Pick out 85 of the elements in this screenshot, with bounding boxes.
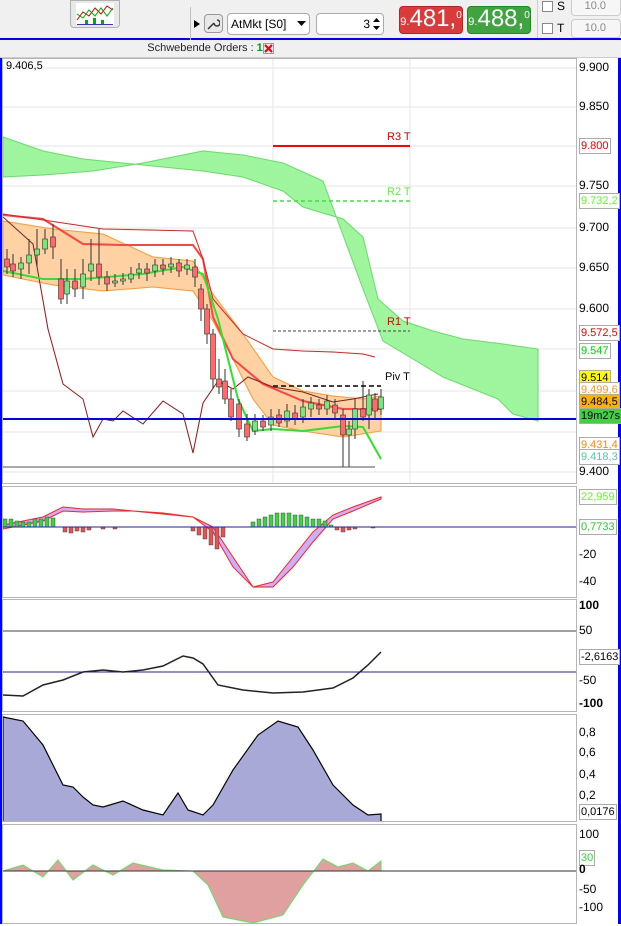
candlestick [152,258,158,278]
axis-tick-label: -50 [579,673,596,687]
candlestick [332,398,338,420]
candlestick [112,274,118,288]
chart-indicator-icon [75,2,115,26]
axis-tick-label: 100 [579,827,600,841]
candlestick [88,238,94,282]
candlestick [26,238,32,274]
wrench-icon [207,17,220,30]
candlestick [104,270,110,292]
candlestick [292,404,298,426]
axis-tick-label: 9.650 [579,260,610,274]
candlestick [252,414,258,436]
candlestick [136,262,142,280]
price-badge: 0,7733 [579,519,617,535]
expand-arrow-icon[interactable] [194,20,200,28]
axis-tick-label: 9.850 [579,99,610,113]
cancel-icon[interactable] [262,43,274,54]
chart-label: 9.406,5 [6,60,43,73]
candlestick [42,228,48,254]
candlestick [244,414,250,442]
candlestick [276,408,282,428]
axis-tick-label: 0,8 [579,725,596,739]
candlestick [236,398,242,438]
candlestick [260,414,266,432]
axis-tick-label: -100 [579,696,604,710]
axis-tick-label: 0,6 [579,745,596,759]
candlestick [268,408,274,432]
candlestick [324,394,330,416]
candlestick [80,258,86,300]
axis-tick-label: 50 [579,623,592,637]
chart-label: R3 T [387,131,411,144]
candlestick [184,258,190,276]
price-badge: 9.732,2 [579,193,620,209]
checkbox-label: T [557,20,566,37]
axis-tick-label: 9.900 [579,60,610,74]
axis-tick-label: 0,2 [579,788,596,802]
candlestick [120,272,126,286]
candlestick [160,258,166,276]
price-badge: 0,0176 [579,804,617,820]
candlestick [18,256,24,280]
price-badge: 30 [579,850,596,866]
axis-tick-label: -40 [579,574,596,588]
price-badge: 9.800 [579,138,611,154]
candlestick [316,398,322,416]
chart-label: Piv T [385,371,410,384]
price-badge: 19m27s [579,408,621,424]
checkbox-label: S [557,0,566,15]
axis-tick-label: 100 [579,598,600,612]
price-badge: 9.572,5 [579,325,620,341]
price-badge: 9.547 [579,343,611,359]
candlestick [128,266,134,284]
axis-tick-label: -20 [579,547,596,561]
chart-label: R1 T [387,316,411,329]
wrench-button[interactable] [204,14,224,33]
axis-tick-label: 0,4 [579,767,596,781]
price-badge: 9.418,3 [579,449,620,465]
candlestick [284,404,290,428]
candlestick [176,258,182,278]
pending-orders-count: 1 [256,41,263,56]
histogram-bar [112,526,118,530]
axis-tick-label: 9.600 [579,301,610,315]
caret-icon [297,21,306,26]
indicator-button[interactable] [70,0,120,28]
candlestick [300,398,306,424]
axis-tick-label: -50 [579,882,596,896]
candlestick [308,396,314,418]
order-type-dropdown[interactable]: AtMkt [S0] [227,12,310,34]
candlestick [34,228,40,268]
histogram-bar [100,526,106,530]
axis-tick-label: 9.400 [579,464,610,478]
axis-tick-label: 9.750 [579,178,610,192]
candlestick [72,268,78,298]
candlestick [96,228,102,286]
candlestick [50,224,56,260]
quantity-spinner[interactable]: 3 [316,12,384,34]
axis-tick-label: -100 [579,900,604,914]
candlestick [144,262,150,282]
candlestick [168,256,174,274]
chart-label: R2 T [387,186,411,199]
pending-orders-label: Schwebende Orders : [147,41,254,56]
spinner-arrows-icon[interactable] [373,16,380,30]
price-badge: -2,6163 [579,649,620,665]
axis-tick-label: 9.700 [579,220,610,234]
price-badge: 22,959 [579,489,617,505]
